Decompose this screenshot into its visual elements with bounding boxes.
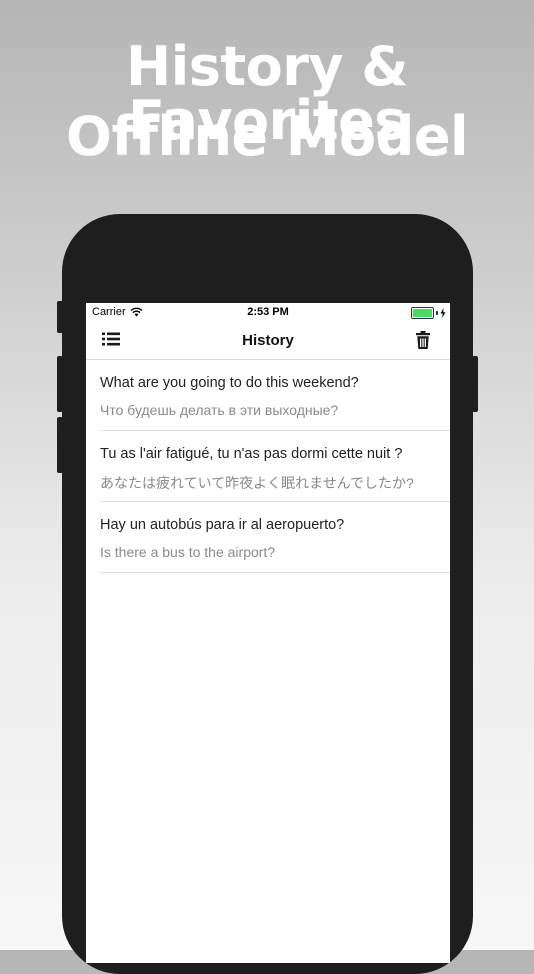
history-item-translation-text: Что будешь делать в эти выходные?: [100, 402, 339, 418]
history-list: What are you going to do this weekend? Ч…: [86, 360, 450, 573]
history-item-source-text: Hay un autobús para ir al aeropuerto?: [100, 517, 345, 533]
promo-headline-line2: Offline Model: [66, 105, 468, 168]
history-item-translation-text: Is there a bus to the airport?: [100, 544, 276, 560]
trash-icon: [416, 331, 430, 349]
history-item[interactable]: Hay un autobús para ir al aeropuerto? Is…: [100, 502, 450, 573]
navigation-bar: History: [86, 321, 450, 360]
history-item-source-text: What are you going to do this weekend?: [100, 375, 359, 391]
charging-bolt-icon: [440, 308, 446, 318]
history-item-translation-text: あなたは疲れていて昨夜よく眠れませんでしたか?: [100, 475, 414, 491]
delete-history-button[interactable]: [416, 331, 432, 350]
history-item-source-text: Tu as l'air fatigué, tu n'as pas dormi c…: [100, 446, 403, 462]
status-time: 2:53 PM: [247, 306, 289, 318]
status-bar: Carrier 2:53 PM: [86, 303, 450, 321]
history-item[interactable]: Tu as l'air fatigué, tu n'as pas dormi c…: [100, 431, 450, 502]
phone-screen: Carrier 2:53 PM History What are you goi…: [86, 303, 450, 963]
page-title: History: [242, 332, 294, 349]
history-item[interactable]: What are you going to do this weekend? Ч…: [100, 360, 450, 431]
battery-charging-icon: [411, 307, 446, 319]
